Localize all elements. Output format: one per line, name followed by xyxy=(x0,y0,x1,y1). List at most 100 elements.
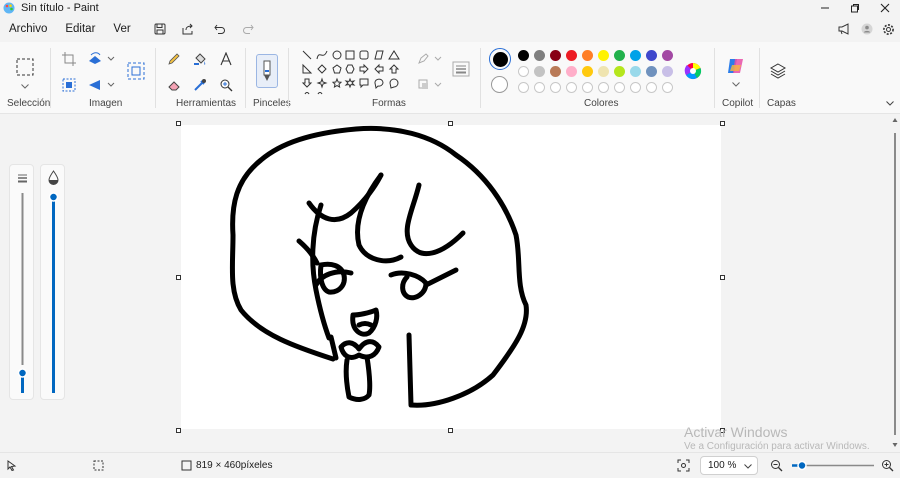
zoom-in-icon[interactable] xyxy=(881,459,894,472)
fill-style-button[interactable] xyxy=(416,76,444,94)
copilot-button[interactable] xyxy=(724,54,748,78)
opacity-slider[interactable] xyxy=(41,165,66,401)
color-swatch[interactable] xyxy=(662,66,673,77)
redo-button[interactable] xyxy=(234,18,262,40)
callout-cloud-shape-icon[interactable] xyxy=(389,78,399,89)
primary-color-button[interactable] xyxy=(489,48,511,70)
triangle-shape-icon[interactable] xyxy=(388,50,400,60)
shapes-gallery[interactable] xyxy=(300,48,404,100)
callout-rectangle-shape-icon[interactable] xyxy=(359,78,369,89)
color-picker-button[interactable] xyxy=(191,76,209,94)
resize-handle[interactable] xyxy=(720,275,725,280)
custom-color-slot[interactable] xyxy=(646,82,657,93)
rectangle-shape-icon[interactable] xyxy=(345,50,355,60)
resize-handle[interactable] xyxy=(448,121,453,126)
color-swatch[interactable] xyxy=(630,66,641,77)
collapse-ribbon-button[interactable] xyxy=(884,98,896,108)
color-swatch[interactable] xyxy=(566,66,577,77)
left-arrow-shape-icon[interactable] xyxy=(374,63,384,75)
star-shape-icon[interactable] xyxy=(331,77,343,88)
down-arrow-shape-icon[interactable] xyxy=(301,78,313,88)
four-point-star-shape-icon[interactable] xyxy=(316,77,328,89)
menu-file[interactable]: Archivo xyxy=(0,18,56,40)
line-shape-icon[interactable] xyxy=(302,50,312,60)
color-swatch[interactable] xyxy=(550,66,561,77)
up-arrow-shape-icon[interactable] xyxy=(388,64,400,74)
resize-button[interactable] xyxy=(125,60,147,82)
magnifier-button[interactable] xyxy=(217,76,235,94)
menu-view[interactable]: Ver xyxy=(104,18,139,40)
pencil-button[interactable] xyxy=(165,50,183,68)
color-swatch[interactable] xyxy=(582,50,593,61)
color-swatch[interactable] xyxy=(598,50,609,61)
scroll-down-arrow-icon[interactable] xyxy=(892,443,898,447)
color-swatch[interactable] xyxy=(646,50,657,61)
resize-handle[interactable] xyxy=(176,275,181,280)
share-button[interactable] xyxy=(174,18,202,40)
close-button[interactable] xyxy=(870,0,900,16)
custom-color-slot[interactable] xyxy=(582,82,593,93)
zoom-out-icon[interactable] xyxy=(770,459,783,472)
hexagon-shape-icon[interactable] xyxy=(345,64,355,74)
heart-shape-icon[interactable] xyxy=(304,92,310,95)
color-swatch[interactable] xyxy=(646,66,657,77)
edit-colors-button[interactable] xyxy=(682,60,704,82)
color-swatch[interactable] xyxy=(630,50,641,61)
copilot-dropdown[interactable] xyxy=(728,80,744,88)
custom-color-slot[interactable] xyxy=(534,82,545,93)
color-swatch[interactable] xyxy=(598,66,609,77)
color-swatch[interactable] xyxy=(566,50,577,61)
rotate-button[interactable] xyxy=(86,50,116,68)
color-swatch[interactable] xyxy=(534,66,545,77)
save-button[interactable] xyxy=(146,18,174,40)
resize-handle[interactable] xyxy=(176,428,181,433)
color-swatch[interactable] xyxy=(662,50,673,61)
slider-thumb[interactable] xyxy=(17,368,28,378)
color-swatch[interactable] xyxy=(518,50,529,61)
fit-to-window-icon[interactable] xyxy=(677,459,690,472)
flip-button[interactable] xyxy=(86,76,116,94)
undo-button[interactable] xyxy=(206,18,234,40)
custom-color-slot[interactable] xyxy=(550,82,561,93)
resize-handle[interactable] xyxy=(176,121,181,126)
resize-handle[interactable] xyxy=(448,428,453,433)
restore-button[interactable] xyxy=(840,0,870,16)
pentagon-shape-icon[interactable] xyxy=(332,64,342,74)
slider-thumb[interactable] xyxy=(797,460,807,471)
select-all-button[interactable] xyxy=(60,76,78,94)
minimize-button[interactable] xyxy=(810,0,840,16)
scroll-up-arrow-icon[interactable] xyxy=(892,118,898,122)
color-swatch[interactable] xyxy=(614,50,625,61)
oval-shape-icon[interactable] xyxy=(332,50,342,60)
color-swatch[interactable] xyxy=(518,66,529,77)
six-point-star-shape-icon[interactable] xyxy=(344,77,356,89)
resize-handle[interactable] xyxy=(720,121,725,126)
fill-button[interactable] xyxy=(191,50,209,68)
selection-dropdown[interactable] xyxy=(17,82,33,90)
crop-button[interactable] xyxy=(60,50,78,68)
zoom-slider[interactable] xyxy=(788,459,878,472)
right-triangle-shape-icon[interactable] xyxy=(302,63,313,74)
color-swatch[interactable] xyxy=(614,66,625,77)
eraser-button[interactable] xyxy=(165,76,183,94)
color-swatch[interactable] xyxy=(534,50,545,61)
secondary-color-button[interactable] xyxy=(491,76,508,93)
color-swatch[interactable] xyxy=(550,50,561,61)
menu-edit[interactable]: Editar xyxy=(56,18,104,40)
outline-button[interactable] xyxy=(416,50,444,68)
custom-color-slot[interactable] xyxy=(598,82,609,93)
lightning-shape-icon[interactable] xyxy=(317,92,323,95)
rounded-rectangle-shape-icon[interactable] xyxy=(359,50,369,60)
right-arrow-shape-icon[interactable] xyxy=(359,63,369,75)
brush-button[interactable] xyxy=(256,54,278,88)
custom-color-slot[interactable] xyxy=(630,82,641,93)
callout-oval-shape-icon[interactable] xyxy=(374,78,384,90)
color-swatch[interactable] xyxy=(582,66,593,77)
settings-button[interactable] xyxy=(873,20,900,38)
stroke-size-button[interactable] xyxy=(450,58,472,80)
polygon-shape-icon[interactable] xyxy=(374,50,384,60)
custom-color-slot[interactable] xyxy=(566,82,577,93)
drawing-canvas[interactable] xyxy=(181,125,721,429)
selection-button[interactable] xyxy=(12,54,38,80)
custom-color-slot[interactable] xyxy=(614,82,625,93)
